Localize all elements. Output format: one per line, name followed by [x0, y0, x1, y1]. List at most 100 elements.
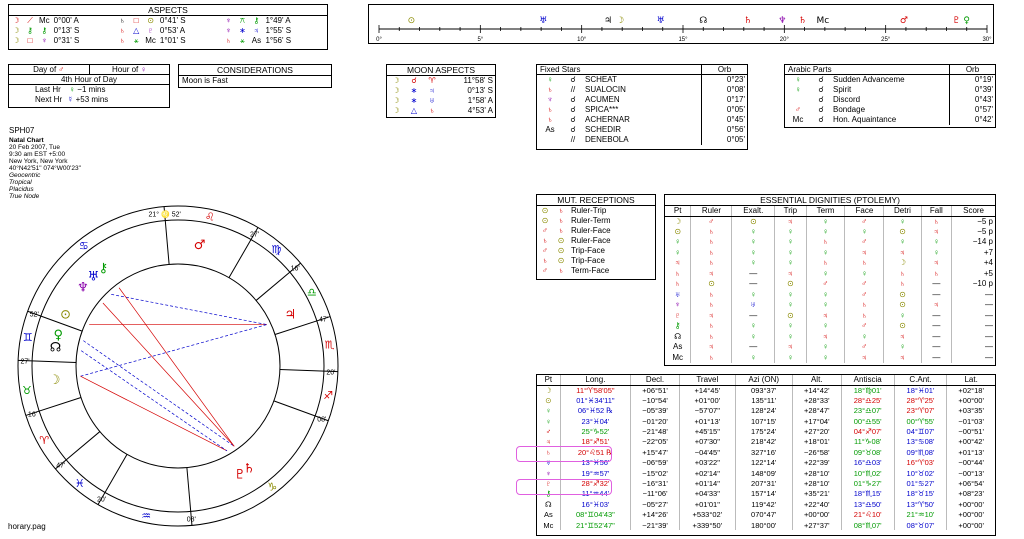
- planet-glyph: ⊙: [557, 246, 565, 255]
- chart-info: SPH07 Natal Chart 20 Feb 2007, Tue 9:30 …: [9, 126, 81, 200]
- planet-glyph: ♀: [774, 331, 807, 342]
- planet-glyph: ♀: [806, 268, 846, 279]
- planet-glyph: Mc: [792, 115, 804, 124]
- position-value: 13°♎50': [841, 499, 895, 510]
- position-value: 13°♈50': [894, 499, 948, 510]
- aspect-glyph: ☌: [818, 105, 824, 114]
- planet-glyph: ♂: [844, 237, 885, 248]
- fixed_stars-row: ♆ ☌ ACUMEN 0°17': [537, 95, 747, 105]
- aspect-glyph: ⟋: [27, 16, 33, 25]
- planet-glyph: ♃: [883, 331, 922, 342]
- position-value: −06°59': [630, 457, 680, 469]
- dignity-row: ♇ ♃ — ⊙ ♃ ♄ ♀ — —: [665, 310, 995, 321]
- planet-glyph: ♀: [883, 310, 922, 321]
- dignities-header-cell: Detri: [883, 206, 922, 217]
- reception-type: Trip-Face: [571, 256, 605, 265]
- position-value: 08°♊04'43": [560, 509, 632, 521]
- planet-glyph: —: [921, 342, 953, 353]
- aspect-glyph: ☌: [570, 115, 576, 124]
- position-value: +01'01": [679, 499, 736, 510]
- fixed_stars-row: ♀ ☌ SCHEAT 0°23': [537, 75, 747, 85]
- position-value: 25°♑52': [560, 426, 632, 437]
- aspect-glyph: ∗: [239, 26, 246, 35]
- planet-glyph: [537, 135, 563, 145]
- position-value: +01°13': [958, 447, 984, 457]
- dignities-header: Pt Ruler Exalt. Trip Term Face Detri Fall Score: [665, 206, 995, 217]
- arabic_parts-row: ☌ Discord 0°43': [785, 95, 995, 105]
- planet-glyph: —: [731, 342, 776, 353]
- ruler-label: 30°: [982, 37, 992, 43]
- planet-glyph: ♃: [806, 331, 846, 342]
- planet-glyph: ⊙: [731, 216, 776, 227]
- planet-glyph: ⚷: [665, 321, 692, 332]
- house-cusp-label: 16': [291, 266, 300, 273]
- planet-glyph: —: [731, 268, 776, 279]
- position-value: +04'33": [679, 488, 736, 500]
- planet-glyph: ♄: [558, 226, 564, 235]
- chart-date: 20 Feb 2007, Tue: [9, 144, 60, 151]
- planet-glyph: ♀: [731, 331, 776, 342]
- planet-glyph: ♂: [690, 216, 733, 227]
- arabic_parts-name: Bondage: [833, 105, 866, 114]
- moon-aspects-panel: MOON ASPECTS ☽ ☌ ♈ 11°58' S ☽ ∗ ♃ 0°13' S ☽ ∗ ♅ 1°5…: [386, 64, 496, 118]
- planet-glyph: —: [921, 352, 953, 363]
- positions-header-cell: Azi (ON): [735, 375, 793, 386]
- position-value: −10°54': [630, 395, 680, 406]
- position-row: ⊙ 01°♓34'11" −10°54' +01°00' 135°11' +28°33' 2…: [537, 395, 995, 406]
- moon-aspect-orb: 0°13' S: [467, 86, 493, 95]
- position-row: ♆ 19°♒57' −15°02' +02'14" 148°09' +28°10' 10°♏…: [537, 468, 995, 479]
- position-value: 21°♊52'47": [560, 520, 632, 531]
- mars-icon: ♂: [58, 65, 65, 74]
- planet-glyph: ♃: [921, 226, 953, 237]
- arabic-parts-panel: Arabic Parts Orb ♀ ☌ Sudden Advanceme 0°19'…: [784, 64, 996, 128]
- planet-glyph: Mc: [537, 520, 561, 531]
- planet-glyph: ♀: [731, 352, 776, 363]
- planet-glyph: ♄: [883, 268, 922, 279]
- position-value: −01°20': [630, 416, 680, 427]
- planet-glyph: ⊙: [557, 236, 565, 245]
- dignity-score: +7: [983, 247, 993, 257]
- position-value: +28°10': [792, 468, 842, 479]
- position-value: 18°♏15': [841, 488, 895, 500]
- reception-type: Ruler-Trip: [571, 206, 607, 215]
- planet-glyph: ⊙: [541, 206, 549, 215]
- fixed-stars-table: ♀ ☌ SCHEAT 0°23' ♄ // SUALOCIN 0°08' ♆ ☌ ACUMEN 0°1…: [537, 75, 747, 145]
- planet-glyph: ♀: [774, 247, 807, 258]
- planet-glyph: ☽: [665, 216, 692, 227]
- chart-place: New York, New York: [9, 158, 68, 165]
- planet-glyph: ♃: [690, 310, 733, 321]
- dignity-score: —: [985, 342, 993, 352]
- chart-zodiac: Geocentric: [9, 172, 41, 179]
- dignity-score: −14 p: [972, 237, 993, 247]
- planet-glyph: ♃: [690, 342, 733, 353]
- aspect-glyph: //: [570, 85, 576, 94]
- aspect-glyph: ⊙: [147, 16, 154, 25]
- position-value: 10°♏02': [841, 468, 895, 479]
- aspect-orb: 1°55' S: [265, 26, 292, 35]
- moon-aspect-row: ☽ △ ♄ 4°53' A: [387, 106, 495, 116]
- aspect-glyph: ☽: [12, 36, 20, 45]
- arabic_parts-name: Sudden Advanceme: [833, 75, 905, 84]
- chart-tropical: Tropical: [9, 179, 32, 186]
- position-row: ☊ 16°♓03' −05°27' +01'01" 119°42' +22°40' 13°♎…: [537, 499, 995, 510]
- aspect-row: ☽ ⟋ Mc 0°00' A ♄ □ ⊙ 0°41' S ♆ ⚻ ⚷ 1°49' A: [9, 16, 327, 26]
- planet-glyph: ♀: [731, 247, 776, 258]
- mut-reception-row: ♂ ♄ Term-Face: [537, 266, 655, 276]
- planet-glyph: ♀: [806, 289, 846, 300]
- ruler-planet-icon: ⊙: [408, 16, 416, 26]
- position-value: +35°21': [792, 488, 842, 500]
- dignity-score: —: [985, 300, 993, 310]
- planet-glyph: ♄: [542, 256, 548, 265]
- house-cusp-label: 27': [21, 359, 30, 366]
- position-value: 00°♎55': [841, 416, 895, 427]
- dignity-row: ♀ ♄ ♀ ♀ ♀ ♃ ♃ ♀ +7: [665, 247, 995, 258]
- position-value: 093°37': [735, 385, 793, 396]
- planet-glyph: ♀: [806, 300, 846, 311]
- dignity-score: —: [985, 310, 993, 320]
- planet-glyph: ♃: [665, 258, 692, 269]
- fixed_stars-row: ♄ ☌ ACHERNAR 0°45': [537, 115, 747, 125]
- planet-glyph: ♄: [690, 321, 733, 332]
- position-value: 218°42': [735, 436, 793, 448]
- planet-glyph: ♄: [806, 258, 846, 269]
- planet-glyph: ♄: [690, 352, 733, 363]
